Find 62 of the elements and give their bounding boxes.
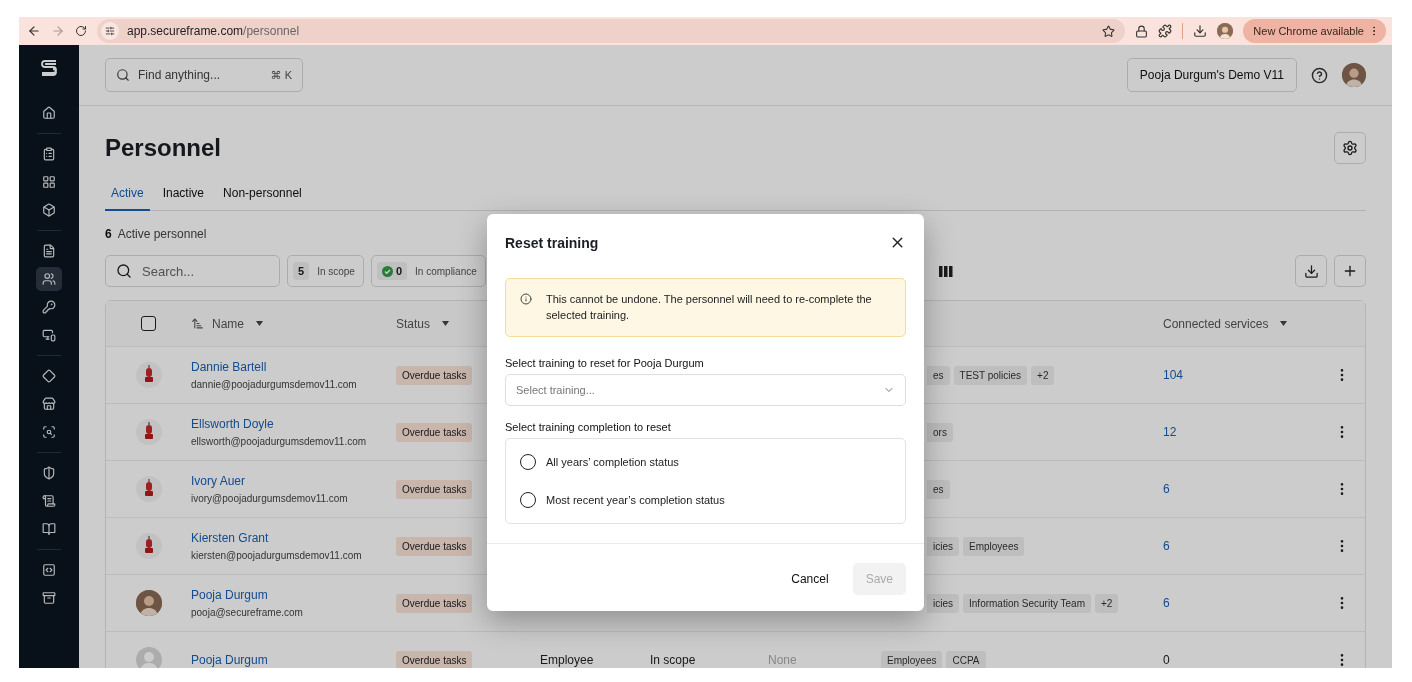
- tag: Information Security Team: [963, 593, 1091, 613]
- status-tag: Overdue tasks: [396, 365, 473, 385]
- tag: es: [927, 365, 950, 385]
- update-button[interactable]: New Chrome available: [1243, 19, 1386, 43]
- dialog-title: Reset training: [505, 234, 599, 251]
- person-link[interactable]: Ellsworth Doyle: [191, 417, 367, 431]
- services-count: 0: [1163, 653, 1170, 667]
- person-link[interactable]: Pooja Durgum: [191, 653, 268, 667]
- filter-chip[interactable]: 0 In compliance: [370, 255, 486, 287]
- workspace-button[interactable]: Pooja Durgum's Demo V11: [1126, 58, 1297, 92]
- email-text: ellsworth@poojadurgumsdemov11.com: [191, 436, 367, 447]
- filter-chip[interactable]: 5 In scope: [287, 255, 364, 287]
- tag: CCPA: [946, 650, 986, 668]
- tab[interactable]: Inactive: [156, 180, 211, 211]
- tag: icies: [927, 536, 959, 556]
- tag: TEST policies: [953, 365, 1028, 385]
- field-label: Select training completion to reset: [505, 421, 672, 433]
- services-link[interactable]: 104: [1163, 368, 1184, 382]
- services-link[interactable]: 12: [1163, 425, 1177, 439]
- tag: +2: [1031, 365, 1055, 385]
- training-select[interactable]: Select training...: [505, 374, 906, 406]
- email-text: pooja@secureframe.com: [191, 607, 303, 618]
- table-cell: None: [768, 653, 797, 667]
- search-field[interactable]: Search...: [105, 255, 280, 287]
- table-cell: Employee: [540, 653, 594, 667]
- status-tag: Overdue tasks: [396, 593, 473, 613]
- email-text: kiersten@poojadurgumsdemov11.com: [191, 550, 362, 561]
- field-label: Select training to reset for Pooja Durgum: [505, 357, 705, 369]
- status-tag: Overdue tasks: [396, 650, 473, 668]
- email-text: ivory@poojadurgumsdemov11.com: [191, 493, 348, 504]
- address-bar[interactable]: app.secureframe.com/personnel: [97, 19, 1126, 43]
- radio-option[interactable]: All years’ completion status: [520, 443, 891, 481]
- tag: icies: [927, 593, 959, 613]
- services-link[interactable]: 6: [1163, 539, 1170, 553]
- tag: es: [927, 479, 950, 499]
- page-title: Personnel: [105, 134, 222, 162]
- column-header[interactable]: Connected services: [1163, 316, 1269, 331]
- warning-text: This cannot be undone. The personnel will need to re-complete the selected training.: [546, 292, 873, 323]
- personnel-count: 6: [105, 227, 112, 241]
- status-tag: Overdue tasks: [396, 479, 473, 499]
- cancel-button[interactable]: Cancel: [781, 564, 839, 594]
- count-label: Active personnel: [117, 227, 207, 241]
- person-link[interactable]: Pooja Durgum: [191, 588, 303, 602]
- person-link[interactable]: Ivory Auer: [191, 474, 348, 488]
- services-link[interactable]: 6: [1163, 596, 1170, 610]
- status-tag: Overdue tasks: [396, 536, 473, 556]
- services-link[interactable]: 6: [1163, 482, 1170, 496]
- status-tag: Overdue tasks: [396, 422, 473, 442]
- column-header[interactable]: Name: [212, 316, 244, 331]
- tab[interactable]: Non-personnel: [217, 180, 308, 211]
- table-cell: In scope: [650, 653, 696, 667]
- tab[interactable]: Active: [105, 180, 150, 211]
- column-header[interactable]: Status: [396, 316, 431, 331]
- search-field[interactable]: Find anything... ⌘ K: [105, 58, 303, 92]
- tag: +2: [1095, 593, 1119, 613]
- person-link[interactable]: Dannie Bartell: [191, 360, 357, 374]
- radio-option[interactable]: Most recent year’s completion status: [520, 481, 891, 519]
- person-link[interactable]: Kiersten Grant: [191, 531, 362, 545]
- email-text: dannie@poojadurgumsdemov11.com: [191, 379, 357, 390]
- tag: ors: [927, 422, 953, 442]
- tag: Employees: [881, 650, 943, 668]
- tag: Employees: [963, 536, 1025, 556]
